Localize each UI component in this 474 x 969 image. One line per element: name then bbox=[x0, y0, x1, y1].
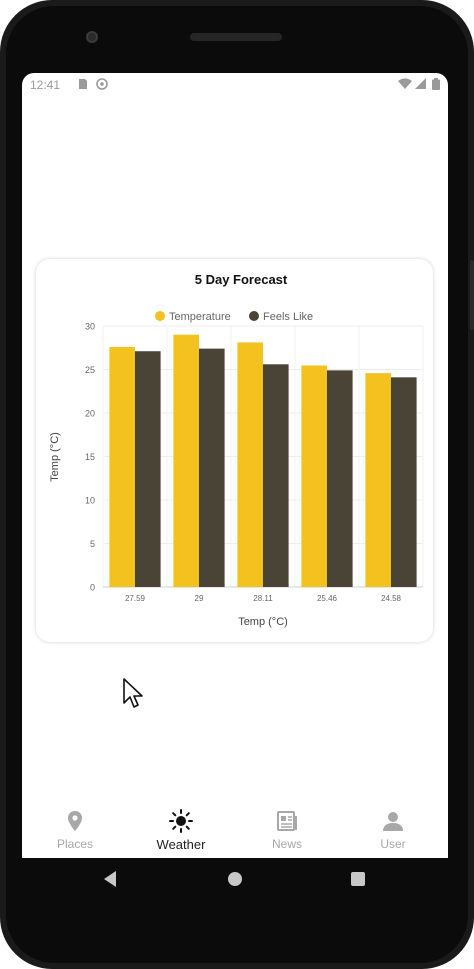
x-axis-ticks: 27.59 29 28.11 25.46 24.58 bbox=[125, 594, 402, 603]
chart-title: 5 Day Forecast bbox=[195, 272, 288, 287]
y-tick-label: 30 bbox=[85, 322, 95, 332]
sun-icon bbox=[169, 809, 193, 833]
y-tick-label: 0 bbox=[90, 583, 95, 593]
x-tick-label: 28.11 bbox=[253, 594, 273, 603]
nav-item-news[interactable]: News bbox=[234, 797, 340, 858]
mouse-cursor-icon bbox=[123, 678, 145, 715]
nav-label-places: Places bbox=[56, 837, 94, 851]
legend-label-temperature: Temperature bbox=[169, 311, 231, 323]
nav-label-user: User bbox=[380, 837, 406, 851]
x-tick-label: 24.58 bbox=[381, 594, 402, 603]
status-time: 12:41 bbox=[30, 78, 61, 92]
x-tick-label: 25.46 bbox=[317, 594, 338, 603]
nav-item-places[interactable]: Places bbox=[22, 797, 128, 858]
user-icon bbox=[381, 809, 405, 833]
power-button bbox=[470, 260, 474, 330]
wifi-icon bbox=[398, 78, 412, 93]
x-tick-label: 27.59 bbox=[125, 594, 146, 603]
battery-icon bbox=[432, 78, 440, 93]
signal-icon bbox=[415, 78, 427, 93]
forecast-card: 5 Day Forecast Temperature Feels Like 0 5… bbox=[36, 259, 433, 642]
bar-feels-like bbox=[263, 364, 289, 587]
y-tick-label: 10 bbox=[85, 496, 95, 506]
bar-temperature bbox=[365, 373, 391, 587]
nav-label-news: News bbox=[271, 837, 302, 851]
place-icon bbox=[63, 809, 87, 833]
y-tick-label: 5 bbox=[90, 539, 95, 549]
y-tick-label: 20 bbox=[85, 409, 95, 419]
y-axis-label: Temp (°C) bbox=[49, 432, 61, 482]
status-bar: 12:41 bbox=[22, 73, 448, 97]
chart-bars bbox=[109, 334, 417, 587]
bar-feels-like bbox=[327, 370, 353, 587]
bar-feels-like bbox=[135, 351, 161, 587]
speaker-grille bbox=[190, 33, 282, 41]
bar-temperature bbox=[301, 365, 327, 587]
recent-apps-icon[interactable] bbox=[351, 872, 365, 886]
legend-swatch-temperature bbox=[155, 311, 165, 321]
legend-swatch-feels-like bbox=[249, 311, 259, 321]
y-tick-label: 15 bbox=[85, 452, 95, 462]
nav-item-weather[interactable]: Weather bbox=[128, 797, 234, 858]
forecast-chart: 5 Day Forecast Temperature Feels Like 0 5… bbox=[49, 272, 424, 628]
bar-feels-like bbox=[199, 348, 225, 587]
sync-icon bbox=[96, 78, 108, 93]
bar-feels-like bbox=[391, 377, 417, 587]
home-icon[interactable] bbox=[228, 872, 242, 886]
y-tick-label: 25 bbox=[85, 365, 95, 375]
sim-icon bbox=[78, 78, 88, 93]
bar-temperature bbox=[109, 346, 135, 587]
news-icon bbox=[275, 809, 299, 833]
chart-legend: Temperature Feels Like bbox=[155, 311, 313, 323]
back-icon[interactable] bbox=[102, 870, 118, 893]
x-axis-label: Temp (°C) bbox=[238, 616, 288, 628]
bottom-navigation: Places Weather News User bbox=[22, 797, 448, 858]
system-nav-bar bbox=[22, 858, 448, 904]
y-axis-ticks: 0 5 10 15 20 25 30 bbox=[85, 322, 95, 593]
camera-icon bbox=[86, 31, 98, 43]
app-screen: 12:41 5 Day Forecast Temperature Feels L… bbox=[22, 73, 448, 858]
bar-temperature bbox=[237, 342, 263, 587]
nav-label-weather: Weather bbox=[156, 837, 206, 852]
legend-label-feels-like: Feels Like bbox=[263, 311, 313, 323]
bar-temperature bbox=[173, 334, 199, 587]
nav-item-user[interactable]: User bbox=[340, 797, 446, 858]
x-tick-label: 29 bbox=[195, 594, 204, 603]
